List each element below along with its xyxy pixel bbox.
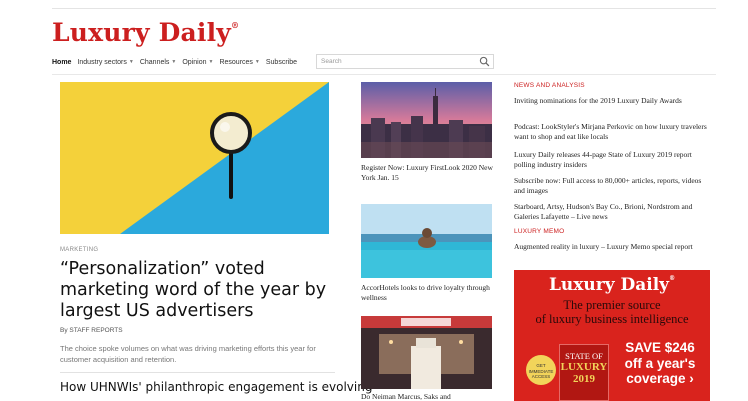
hero-summary: The choice spoke volumes on what was dri… [60, 344, 316, 364]
ad-offer-text: SAVE $246 off a year's coverage › [614, 340, 706, 387]
ad-offer-line: coverage › [626, 371, 694, 386]
store-interior-image[interactable] [361, 316, 492, 389]
search-placeholder: Search [321, 58, 342, 65]
nav-label: Home [52, 58, 72, 66]
ad-tagline-line: The premier source [563, 298, 661, 312]
middle-story-3-link[interactable]: Do Neiman Marcus, Saks and [361, 392, 493, 401]
ad-offer-line: SAVE $246 [625, 340, 695, 355]
main-nav: Home Industry sectors ▼ Channels ▼ Opinion… [52, 55, 303, 69]
chevron-down-icon: ▼ [171, 59, 177, 65]
ad-logo: Luxury Daily® [514, 275, 710, 295]
news-item-link[interactable]: Subscribe now: Full access to 80,000+ ar… [514, 176, 714, 195]
hero-category: MARKETING [60, 247, 99, 253]
nav-item-industry-sectors[interactable]: Industry sectors ▼ [77, 59, 133, 66]
ad-tagline-line: of luxury business intelligence [535, 312, 689, 326]
ad-tagline: The premier source of luxury business in… [514, 298, 710, 326]
ad-access-badge: GET IMMEDIATE ACCESS [526, 355, 556, 385]
middle-story-2-link[interactable]: AccorHotels looks to drive loyalty throu… [361, 283, 493, 302]
infinity-pool-image[interactable] [361, 204, 492, 278]
nav-label: Channels [139, 58, 170, 66]
chevron-down-icon: ▼ [208, 59, 214, 65]
ad-registered-mark: ® [669, 275, 676, 282]
nav-label: Subscribe [265, 58, 298, 66]
nav-item-home[interactable]: Home [52, 59, 71, 66]
nav-item-resources[interactable]: Resources ▼ [219, 59, 259, 66]
report-cover-year: 2019 [573, 373, 595, 385]
hero-image-magnifying-glass[interactable] [60, 82, 329, 234]
hero-headline-link[interactable]: “Personalization” voted marketing word o… [60, 259, 345, 322]
nav-item-opinion[interactable]: Opinion ▼ [182, 59, 213, 66]
nav-item-subscribe[interactable]: Subscribe [266, 59, 297, 66]
chevron-down-icon: ▼ [254, 59, 260, 65]
ad-logo-text: Luxury Daily [548, 275, 670, 295]
site-logo[interactable]: Luxury Daily® [52, 18, 239, 47]
next-headline-link[interactable]: How UHNWIs' philanthropic engagement is … [60, 380, 372, 394]
nyc-skyline-image[interactable] [361, 82, 492, 158]
search-input[interactable]: Search [316, 54, 494, 69]
luxury-memo-heading: LUXURY MEMO [514, 228, 565, 235]
search-icon[interactable] [479, 56, 490, 67]
news-item-link[interactable]: Inviting nominations for the 2019 Luxury… [514, 96, 714, 106]
nav-divider [52, 74, 716, 75]
middle-story-1-link[interactable]: Register Now: Luxury FirstLook 2020 New … [361, 163, 493, 182]
report-cover-line: LUXURY [560, 361, 608, 373]
nav-label: Resources [219, 58, 253, 66]
news-item-link[interactable]: Starboard, Artsy, Hudson's Bay Co., Brio… [514, 202, 714, 221]
news-item-link[interactable]: Podcast: LookStyler's Mirjana Perkovic o… [514, 122, 714, 141]
news-analysis-heading: NEWS AND ANALYSIS [514, 82, 585, 89]
top-divider [52, 8, 716, 9]
ad-offer-line: off a year's [624, 355, 696, 371]
logo-registered-mark: ® [231, 20, 240, 30]
news-item-link[interactable]: Luxury Daily releases 44-page State of L… [514, 150, 714, 169]
logo-text: Luxury Daily [52, 18, 232, 47]
hero-byline: By STAFF REPORTS [60, 327, 123, 334]
nav-label: Opinion [182, 58, 207, 66]
report-cover-line: STATE OF [565, 351, 603, 361]
nav-label: Industry sectors [77, 58, 127, 66]
subscription-ad-banner[interactable]: Luxury Daily® The premier source of luxu… [514, 270, 710, 401]
nav-item-channels[interactable]: Channels ▼ [140, 59, 177, 66]
memo-item-link[interactable]: Augmented reality in luxury – Luxury Mem… [514, 242, 714, 252]
chevron-down-icon: ▼ [128, 59, 134, 65]
hero-divider [60, 372, 335, 373]
state-of-luxury-report-cover: STATE OF LUXURY 2019 [559, 344, 609, 401]
